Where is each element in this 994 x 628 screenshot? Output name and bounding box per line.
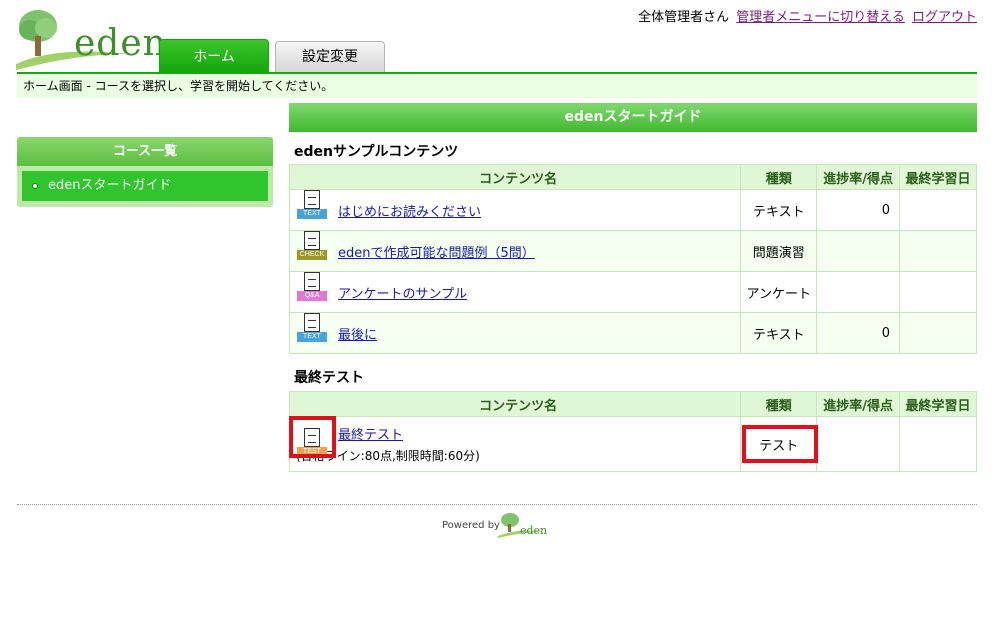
admin-menu-link[interactable]: 管理者メニューに切り替える (736, 10, 905, 25)
content-last-date (899, 189, 977, 231)
content-link[interactable]: はじめにお読みください (338, 205, 481, 220)
qa-doc-icon: Q&A (296, 271, 328, 302)
section-title-final-test: 最終テスト (294, 370, 364, 386)
text-doc-icon: TEXT (296, 312, 328, 343)
content-type: アンケート (740, 271, 818, 313)
content-progress (816, 416, 901, 472)
footer-eden-logo: eden (498, 512, 548, 538)
content-progress (816, 271, 901, 313)
footer-logo-text: eden (520, 524, 547, 537)
table-header-row: コンテンツ名 種類 進捗率/得点 最終学習日 (288, 164, 977, 190)
content-type: テキスト (740, 189, 818, 231)
content-last-date (899, 271, 977, 313)
text-doc-icon: TEXT (296, 189, 328, 220)
col-header-last-date: 最終学習日 (899, 391, 977, 417)
highlight-box-icon (289, 416, 336, 458)
col-header-progress: 進捗率/得点 (816, 391, 901, 417)
col-header-name: コンテンツ名 (288, 164, 742, 190)
col-header-last-date: 最終学習日 (899, 164, 977, 190)
content-progress (816, 230, 901, 272)
table-row: CHECK edenで作成可能な問題例（5問） 問題演習 (288, 230, 977, 272)
sidebar-item-label: edenスタートガイド (48, 178, 172, 193)
content-last-date (899, 230, 977, 272)
final-test-table: コンテンツ名 種類 進捗率/得点 最終学習日 TEST 最終テスト (合格ライン… (288, 391, 977, 472)
course-list-title: コース一覧 (17, 137, 273, 166)
tab-settings[interactable]: 設定変更 (275, 41, 385, 73)
logo-text: eden (74, 23, 167, 64)
course-list-panel: コース一覧 edenスタートガイド (17, 137, 273, 207)
check-doc-icon: CHECK (296, 230, 328, 261)
table-header-row: コンテンツ名 種類 進捗率/得点 最終学習日 (288, 391, 977, 417)
table-row: Q&A アンケートのサンプル アンケート (288, 271, 977, 313)
sidebar-item-eden-start-guide[interactable]: edenスタートガイド (22, 171, 268, 201)
table-row: TEXT はじめにお読みください テキスト 0 (288, 189, 977, 231)
user-name: 全体管理者さん (638, 10, 730, 25)
col-header-type: 種類 (740, 164, 818, 190)
content-progress: 0 (816, 189, 901, 231)
content-type: 問題演習 (740, 230, 818, 272)
user-area: 全体管理者さん 管理者メニューに切り替える ログアウト (638, 6, 977, 25)
tab-home[interactable]: ホーム (159, 39, 269, 73)
table-row: TEST 最終テスト (合格ライン:80点,制限時間:60分) テスト (288, 416, 977, 472)
content-last-date (899, 416, 977, 472)
col-header-type: 種類 (740, 391, 818, 417)
bullet-icon (32, 183, 38, 189)
content-link[interactable]: アンケートのサンプル (338, 287, 467, 302)
table-row: TEXT 最後に テキスト 0 (288, 312, 977, 354)
content-type: テキスト (740, 312, 818, 354)
footer-divider (17, 504, 977, 505)
content-last-date (899, 312, 977, 354)
logout-link[interactable]: ログアウト (912, 10, 977, 25)
final-test-conditions: (合格ライン:80点,制限時間:60分) (296, 449, 480, 463)
section-title-sample: edenサンプルコンテンツ (294, 144, 459, 160)
powered-by-text: Powered by (442, 520, 500, 531)
content-progress: 0 (816, 312, 901, 354)
sample-contents-table: コンテンツ名 種類 進捗率/得点 最終学習日 TEXT はじめにお読みください … (288, 164, 977, 354)
course-title-banner: edenスタートガイド (289, 103, 977, 132)
highlight-box-type (742, 425, 818, 463)
content-link[interactable]: edenで作成可能な問題例（5問） (338, 246, 535, 261)
breadcrumb: ホーム画面 - コースを選択し、学習を開始してください。 (17, 74, 977, 98)
col-header-progress: 進捗率/得点 (816, 164, 901, 190)
content-link[interactable]: 最後に (338, 328, 377, 343)
content-link[interactable]: 最終テスト (338, 428, 403, 443)
col-header-name: コンテンツ名 (288, 391, 742, 417)
